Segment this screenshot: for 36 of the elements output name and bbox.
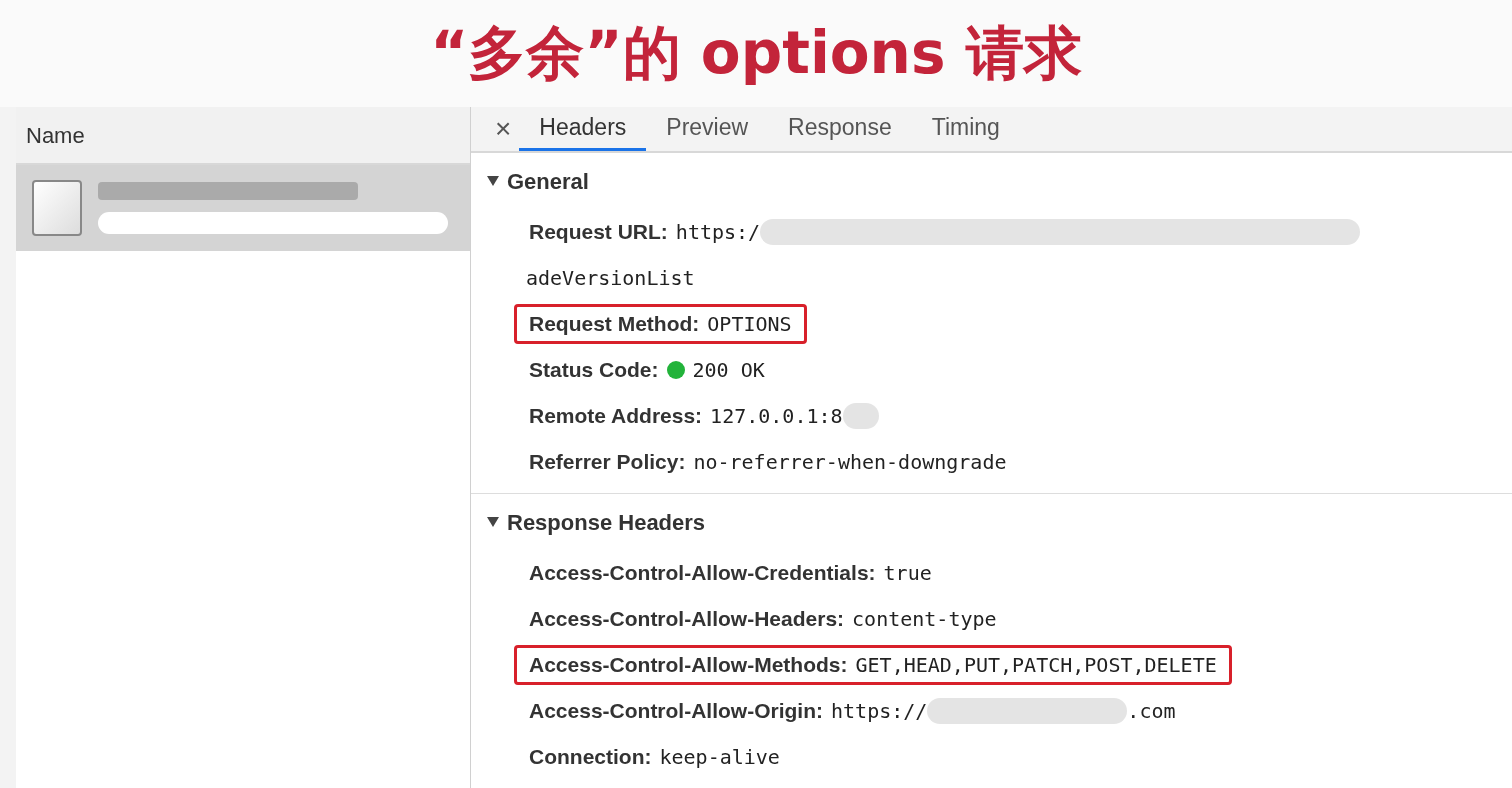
file-icon (32, 180, 82, 236)
tab[interactable]: Timing (911, 107, 1020, 151)
header-name: Access-Control-Allow-Methods: (529, 652, 848, 679)
header-value: https:// (831, 698, 928, 725)
tab[interactable]: Headers (519, 107, 647, 151)
caption-title: “多余”的 options 请求 (430, 18, 1082, 89)
request-row[interactable] (16, 165, 470, 251)
tab[interactable]: Preview (646, 107, 769, 151)
header-name: Access-Control-Allow-Origin: (529, 698, 823, 725)
header-value: no-referrer-when-downgrade (693, 449, 1007, 476)
close-button[interactable]: × (487, 107, 520, 151)
disclosure-triangle-icon (487, 517, 499, 527)
header-value: adeVersionList (526, 265, 695, 292)
section-header[interactable]: Response Headers (471, 494, 1512, 550)
header-name: Remote Address: (529, 403, 703, 430)
name-column-header: Name (16, 107, 470, 165)
header-value: content-type (852, 606, 997, 633)
header-value: true (883, 560, 932, 587)
section-header[interactable]: General (471, 153, 1512, 209)
header-value: 200 OK (692, 357, 765, 384)
tab[interactable]: Response (768, 107, 912, 151)
header-value: 127.0.0.1:8 (710, 403, 843, 430)
redacted-block (842, 403, 879, 429)
disclosure-triangle-icon (487, 176, 499, 186)
header-value: .com (1127, 698, 1176, 725)
header-name: Access-Control-Allow-Headers: (529, 606, 845, 633)
header-name: Request Method: (529, 311, 700, 338)
header-value: keep-alive (659, 744, 780, 771)
header-value: GET,HEAD,PUT,PATCH,POST,DELETE (855, 652, 1217, 679)
header-name: Request URL: (529, 219, 668, 246)
header-value: OPTIONS (707, 311, 792, 338)
header-name: Connection: (529, 744, 652, 771)
header-name: Status Code: (529, 357, 659, 384)
header-name: Access-Control-Allow-Credentials: (529, 560, 876, 587)
header-value: https:/ (675, 219, 761, 246)
header-name: Referrer Policy: (529, 449, 686, 476)
